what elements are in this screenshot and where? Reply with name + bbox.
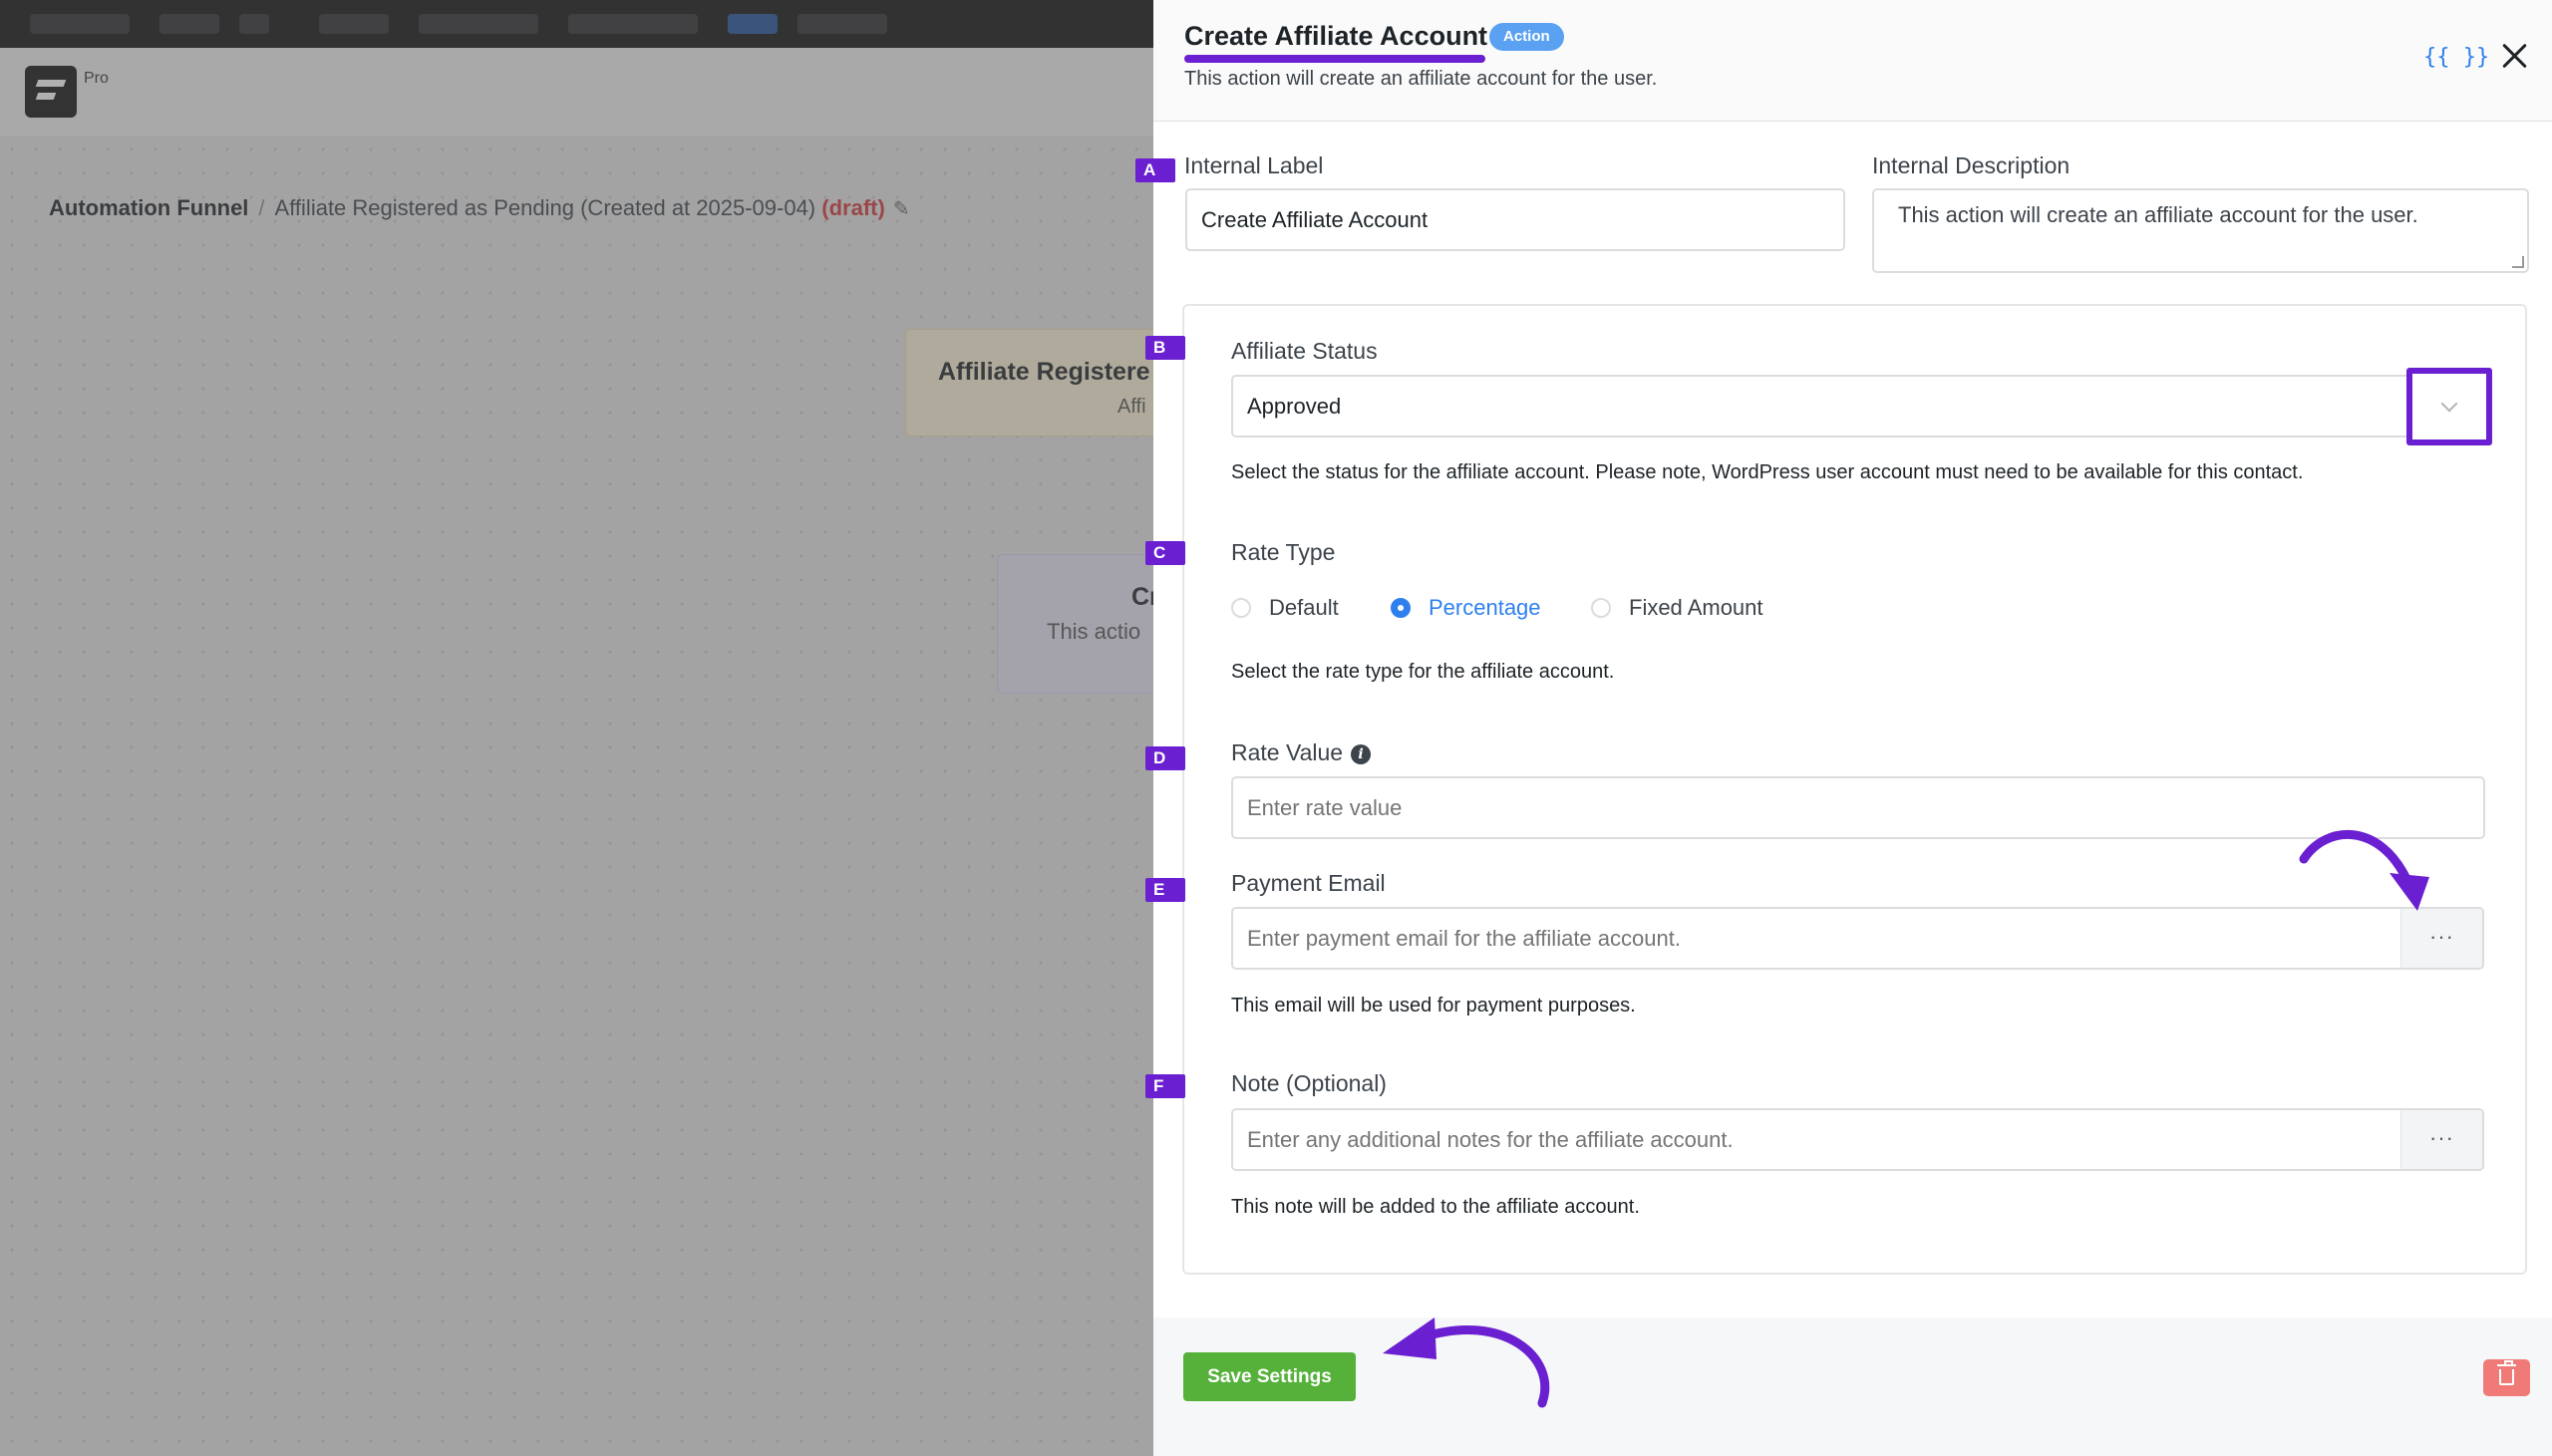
rate-type-option-default[interactable]: Default [1231, 595, 1339, 621]
annotation-marker-b: B [1145, 336, 1185, 360]
affiliate-status-label: Affiliate Status [1231, 338, 1378, 364]
drawer-footer: Save Settings [1153, 1317, 2552, 1456]
payment-email-input[interactable] [1231, 907, 2403, 970]
rate-value-label: Rate Value i [1231, 739, 1372, 766]
affiliate-status-value: Approved [1247, 393, 1342, 419]
internal-label-input[interactable]: Create Affiliate Account [1185, 188, 1845, 251]
payment-email-smartcode-button[interactable]: ··· [2400, 907, 2484, 970]
save-settings-button[interactable]: Save Settings [1183, 1352, 1356, 1401]
delete-button[interactable] [2483, 1359, 2530, 1396]
close-icon[interactable] [2498, 40, 2530, 72]
chevron-down-icon [2440, 395, 2458, 413]
rate-type-option-label: Default [1269, 595, 1339, 620]
rate-type-option-percentage[interactable]: Percentage [1391, 595, 1541, 621]
modal-overlay[interactable] [0, 0, 1153, 1456]
radio-icon [1231, 598, 1251, 618]
annotation-marker-e: E [1145, 878, 1185, 902]
affiliate-status-select[interactable]: Approved [1231, 375, 2420, 437]
note-smartcode-button[interactable]: ··· [2400, 1108, 2484, 1171]
internal-label-value: Create Affiliate Account [1201, 206, 1429, 232]
internal-description-label: Internal Description [1872, 152, 2071, 178]
annotation-marker-d: D [1145, 746, 1185, 770]
internal-description-textarea[interactable]: This action will create an affiliate acc… [1872, 188, 2529, 273]
trash-icon [2497, 1360, 2516, 1385]
drawer-subtitle: This action will create an affiliate acc… [1184, 68, 1658, 90]
payment-email-help: This email will be used for payment purp… [1231, 995, 1636, 1017]
rate-type-option-label: Fixed Amount [1629, 595, 1763, 620]
smartcode-icon[interactable]: {{ }} [2423, 45, 2489, 70]
annotation-marker-c: C [1145, 541, 1185, 565]
resize-handle-icon[interactable] [2512, 256, 2524, 268]
rate-type-label: Rate Type [1231, 539, 1336, 565]
title-highlight-underline [1184, 55, 1485, 63]
affiliate-status-help: Select the status for the affiliate acco… [1231, 461, 2304, 483]
action-settings-drawer: Create Affiliate Account Action This act… [1135, 0, 2552, 1456]
radio-icon [1591, 598, 1611, 618]
note-input[interactable] [1231, 1108, 2403, 1171]
internal-label-label: Internal Label [1184, 152, 1324, 178]
payment-email-label: Payment Email [1231, 870, 1386, 896]
annotation-marker-f: F [1145, 1074, 1185, 1098]
drawer-title: Create Affiliate Account [1184, 21, 1488, 51]
annotation-marker-a: A [1135, 158, 1175, 182]
radio-checked-icon [1391, 598, 1411, 618]
rate-type-option-label: Percentage [1429, 595, 1541, 620]
rate-value-label-text: Rate Value [1231, 739, 1344, 765]
rate-type-option-fixed-amount[interactable]: Fixed Amount [1591, 595, 1763, 621]
action-badge: Action [1489, 23, 1564, 51]
note-label: Note (Optional) [1231, 1070, 1387, 1096]
drawer-header: Create Affiliate Account Action This act… [1153, 0, 2552, 122]
info-icon[interactable]: i [1351, 744, 1372, 764]
internal-description-value: This action will create an affiliate acc… [1898, 202, 2418, 227]
rate-value-input[interactable] [1231, 776, 2485, 839]
affiliate-status-dropdown-toggle[interactable] [2406, 368, 2492, 445]
rate-type-help: Select the rate type for the affiliate a… [1231, 661, 1615, 683]
note-help: This note will be added to the affiliate… [1231, 1196, 1640, 1218]
